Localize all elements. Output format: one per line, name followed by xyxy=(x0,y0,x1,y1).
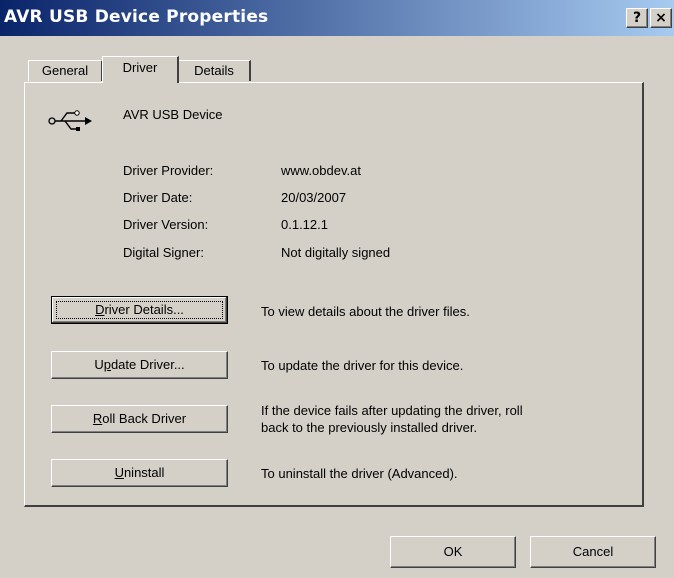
cancel-button[interactable]: Cancel xyxy=(530,536,656,568)
digital-signer-label: Digital Signer: xyxy=(123,245,204,260)
device-name: AVR USB Device xyxy=(123,107,223,122)
close-button[interactable]: × xyxy=(650,8,672,28)
driver-tab-panel: AVR USB Device Driver Provider: www.obde… xyxy=(24,82,644,507)
driver-date-label: Driver Date: xyxy=(123,190,193,205)
roll-back-description-line2: back to the previously installed driver. xyxy=(261,420,478,435)
driver-details-button[interactable]: Driver Details... xyxy=(51,296,228,324)
ok-button[interactable]: OK xyxy=(390,536,516,568)
tab-general[interactable]: General xyxy=(28,60,103,81)
driver-version-value: 0.1.12.1 xyxy=(281,217,328,232)
roll-back-description-line1: If the device fails after updating the d… xyxy=(261,403,523,418)
driver-details-description: To view details about the driver files. xyxy=(261,304,470,319)
roll-back-driver-button[interactable]: Roll Back Driver xyxy=(51,405,228,433)
driver-date-value: 20/03/2007 xyxy=(281,190,347,205)
update-driver-description: To update the driver for this device. xyxy=(261,358,464,373)
digital-signer-value: Not digitally signed xyxy=(281,245,391,260)
update-driver-button[interactable]: Update Driver... xyxy=(51,351,228,379)
usb-icon xyxy=(48,110,92,131)
driver-version-label: Driver Version: xyxy=(123,217,209,232)
uninstall-description: To uninstall the driver (Advanced). xyxy=(261,466,458,481)
driver-provider-label: Driver Provider: xyxy=(123,163,214,178)
tab-driver[interactable]: Driver xyxy=(102,56,179,83)
dialog-body: General Driver Details AVR USB Device Dr… xyxy=(0,36,674,578)
help-button[interactable]: ? xyxy=(626,8,648,28)
uninstall-button[interactable]: Uninstall xyxy=(51,459,228,487)
driver-provider-value: www.obdev.at xyxy=(281,163,361,178)
window-title: AVR USB Device Properties xyxy=(4,7,269,27)
title-bar[interactable]: AVR USB Device Properties ? × xyxy=(0,0,674,36)
tab-details[interactable]: Details xyxy=(178,60,251,81)
